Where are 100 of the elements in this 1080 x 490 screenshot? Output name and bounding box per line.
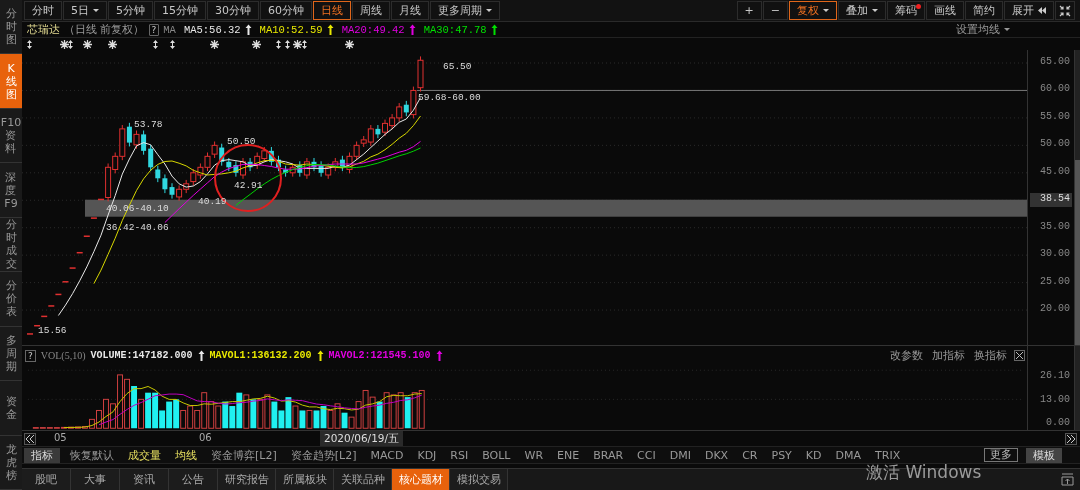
expand-button[interactable]: 展开	[1004, 1, 1054, 20]
scrollbar-thumb[interactable]	[1075, 160, 1080, 345]
split-marker-icon[interactable]	[302, 40, 307, 49]
volume-value: MAVOL1:136132.200	[209, 350, 312, 362]
tool-button[interactable]: 简约	[965, 1, 1003, 20]
scroll-left-button[interactable]	[24, 432, 36, 445]
ma-value: MA20:49.42	[341, 23, 405, 36]
star-marker-icon[interactable]	[83, 40, 92, 49]
tool-button[interactable]: −	[762, 1, 788, 20]
indicator-tab[interactable]: BOLL	[475, 447, 518, 463]
indicator-name: MA	[163, 23, 176, 36]
star-marker-icon[interactable]	[210, 40, 219, 49]
axis-label: 20.00	[1039, 302, 1071, 316]
period-tab[interactable]: 分时	[24, 1, 62, 20]
help-button[interactable]: ?	[148, 23, 160, 36]
upload-icon[interactable]	[1061, 473, 1074, 486]
side-tab[interactable]: 分价表	[0, 272, 22, 327]
candle	[34, 324, 41, 327]
tool-button[interactable]: 画线	[926, 1, 964, 20]
split-marker-icon[interactable]	[276, 40, 281, 49]
indicator-tab[interactable]: DKX	[697, 447, 736, 463]
axis-label: 25.00	[1039, 275, 1071, 289]
period-tab[interactable]: 5日	[63, 1, 107, 20]
bottom-tab[interactable]: 股吧	[22, 469, 71, 490]
indicator-tab[interactable]: 恢复默认	[63, 447, 121, 463]
indicator-tab[interactable]: BRAR	[586, 447, 631, 463]
indicator-tab[interactable]: CCI	[630, 447, 663, 463]
date-label: 06	[199, 432, 212, 443]
indicator-tab[interactable]: 资金趋势[L2]	[283, 447, 364, 463]
bottom-tab[interactable]: 所属板块	[276, 469, 334, 490]
star-marker-icon[interactable]	[293, 40, 302, 49]
more-button[interactable]: 更多	[984, 448, 1018, 462]
star-marker-icon[interactable]	[60, 40, 69, 49]
scrollbar[interactable]	[1075, 50, 1080, 345]
indicator-action[interactable]: 换指标	[972, 348, 1009, 364]
indicator-tab[interactable]: CR	[735, 447, 765, 463]
fullscreen-exit-button[interactable]	[1055, 1, 1075, 20]
period-tab[interactable]: 更多周期	[430, 1, 500, 20]
side-tab[interactable]: 龙虎榜	[0, 435, 22, 490]
price-label: 42.91	[234, 180, 263, 191]
scroll-right-button[interactable]	[1065, 432, 1077, 445]
indicator-tab[interactable]: DMA	[828, 447, 869, 463]
tool-button[interactable]: 复权	[789, 1, 837, 20]
side-tab[interactable]: 深度F9	[0, 163, 22, 218]
axis-label: 60.00	[1039, 83, 1071, 97]
up-arrow-icon	[408, 24, 416, 35]
period-tab[interactable]: 60分钟	[260, 1, 312, 20]
bottom-tab[interactable]: 关联品种	[334, 469, 392, 490]
split-marker-icon[interactable]	[27, 40, 32, 49]
period-tab[interactable]: 日线	[313, 1, 351, 20]
side-tab[interactable]: 资金	[0, 381, 22, 436]
split-marker-icon[interactable]	[285, 40, 290, 49]
star-marker-icon[interactable]	[345, 40, 354, 49]
bottom-tab[interactable]: 公告	[169, 469, 218, 490]
indicator-tab[interactable]: RSI	[443, 447, 476, 463]
stock-name: 芯瑞达	[27, 22, 60, 37]
indicator-header[interactable]: 指标	[24, 447, 60, 463]
split-marker-icon[interactable]	[170, 40, 175, 49]
bottom-tab[interactable]: 研究报告	[218, 469, 276, 490]
period-tab[interactable]: 30分钟	[207, 1, 259, 20]
period-tab[interactable]: 15分钟	[154, 1, 206, 20]
indicator-tab[interactable]: 资金博弈[L2]	[204, 447, 284, 463]
tool-button[interactable]: 筹码	[887, 1, 925, 20]
tool-button[interactable]: 叠加	[838, 1, 886, 20]
close-button[interactable]	[1014, 350, 1025, 362]
period-tab[interactable]: 5分钟	[108, 1, 153, 20]
star-marker-icon[interactable]	[252, 40, 261, 49]
indicator-tab[interactable]: KDJ	[410, 447, 444, 463]
indicator-tab[interactable]: KD	[798, 447, 829, 463]
bottom-tab[interactable]: 模拟交易	[450, 469, 508, 490]
help-button[interactable]: ?	[25, 349, 36, 362]
bottom-tab[interactable]: 资讯	[120, 469, 169, 490]
candle	[41, 315, 48, 318]
indicator-tab[interactable]: 均线	[168, 447, 204, 463]
indicator-tab[interactable]: ENE	[550, 447, 587, 463]
side-tab[interactable]: F10资料	[0, 108, 22, 164]
star-marker-icon[interactable]	[108, 40, 117, 49]
indicator-action[interactable]: 加指标	[930, 348, 967, 364]
indicator-tab[interactable]: 成交量	[121, 447, 168, 463]
split-marker-icon[interactable]	[68, 40, 73, 49]
period-tab[interactable]: 周线	[352, 1, 390, 20]
tool-button[interactable]: +	[736, 1, 762, 20]
side-tab[interactable]: 分时图	[0, 0, 22, 55]
split-marker-icon[interactable]	[153, 40, 158, 49]
indicator-action[interactable]: 改参数	[888, 348, 925, 364]
side-tab[interactable]: 分时成交	[0, 217, 22, 273]
axis-label: 13.00	[1039, 393, 1070, 405]
indicator-tab[interactable]: WR	[517, 447, 551, 463]
axis-label: 0.00	[1045, 417, 1070, 428]
indicator-tab[interactable]: PSY	[764, 447, 799, 463]
ma-settings-button[interactable]: 设置均线	[956, 22, 1010, 37]
indicator-tab[interactable]: MACD	[363, 447, 411, 463]
indicator-tab[interactable]: TRIX	[868, 447, 908, 463]
bottom-tab[interactable]: 大事	[71, 469, 120, 490]
activation-notice: 激活 Windows	[866, 462, 982, 482]
price-label: 15.56	[38, 325, 67, 336]
period-tab[interactable]: 月线	[391, 1, 429, 20]
template-button[interactable]: 模板	[1026, 447, 1062, 463]
side-tab[interactable]: 多周期	[0, 326, 22, 382]
indicator-tab[interactable]: DMI	[662, 447, 698, 463]
